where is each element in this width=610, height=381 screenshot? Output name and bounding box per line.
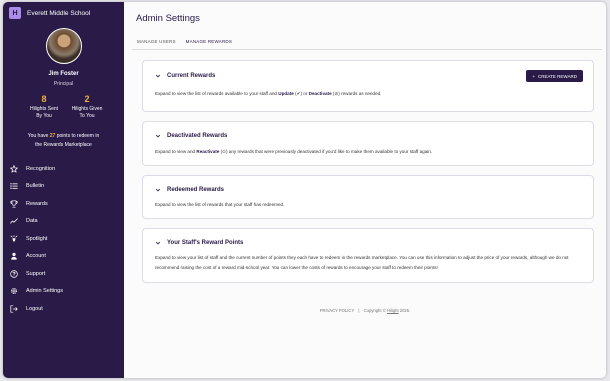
sidebar-item-rewards[interactable]: Rewards bbox=[3, 195, 124, 213]
school-name: Everett Middle School bbox=[27, 9, 91, 17]
plus-icon: + bbox=[532, 73, 535, 79]
staff-points-description: Expand to view your list of staff and th… bbox=[155, 255, 569, 270]
main-content: Admin Settings MANAGE USERS MANAGE REWAR… bbox=[124, 2, 606, 378]
points-prefix: You have bbox=[27, 133, 50, 139]
sidebar-item-label: Recognition bbox=[26, 165, 56, 172]
spotlight-icon bbox=[10, 235, 18, 242]
tab-divider bbox=[132, 49, 602, 50]
sidebar-item-label: Account bbox=[26, 253, 46, 260]
sidebar-item-recognition[interactable]: Recognition bbox=[3, 160, 124, 178]
deactivated-rewards-title: Deactivated Rewards bbox=[167, 133, 228, 139]
redeemed-rewards-toggle[interactable]: Redeemed Rewards bbox=[155, 187, 224, 193]
brand[interactable]: H Everett Middle School bbox=[9, 7, 90, 19]
sidebar-item-data[interactable]: Data bbox=[3, 213, 124, 231]
deactivate-term: Deactivate bbox=[308, 91, 332, 96]
sidebar-item-logout[interactable]: Logout bbox=[3, 300, 124, 318]
chevron-down-icon bbox=[155, 74, 161, 78]
person-icon bbox=[11, 253, 17, 260]
staff-points-toggle[interactable]: Your Staff's Reward Points bbox=[155, 240, 243, 246]
user-name: Jim Foster bbox=[48, 71, 79, 77]
app-window: H Everett Middle School Jim Foster Princ… bbox=[3, 2, 606, 378]
trophy-icon bbox=[10, 200, 18, 208]
update-term: Update bbox=[278, 91, 294, 96]
current-rewards-desc-b: (✔) or bbox=[293, 91, 309, 96]
stat-given: 2 Hilights Given To You bbox=[62, 94, 112, 120]
deactivated-rewards-card: Deactivated Rewards Expand to view and R… bbox=[142, 121, 594, 166]
stat-given-label: Hilights Given To You bbox=[62, 106, 112, 120]
sidebar-item-label: Spotlight bbox=[26, 235, 48, 242]
create-reward-label: CREATE REWARD bbox=[537, 73, 577, 79]
footer: PRIVACY POLICY | Copyright © Hilight 202… bbox=[124, 308, 606, 313]
star-icon bbox=[10, 164, 18, 173]
sidebar-item-support[interactable]: Support bbox=[3, 265, 124, 283]
sidebar-item-bulletin[interactable]: Bulletin bbox=[3, 178, 124, 196]
sidebar-item-account[interactable]: Account bbox=[3, 248, 124, 266]
sidebar-item-admin-settings[interactable]: Admin Settings bbox=[3, 283, 124, 301]
sidebar-item-label: Data bbox=[26, 218, 38, 225]
points-summary: You have 27 points to redeem in the Rewa… bbox=[13, 132, 114, 150]
current-rewards-toggle[interactable]: Current Rewards bbox=[155, 73, 215, 79]
create-reward-button[interactable]: + CREATE REWARD bbox=[526, 70, 583, 82]
sidebar-item-label: Support bbox=[26, 270, 46, 277]
copyright-text: Copyright © bbox=[363, 308, 387, 313]
current-rewards-desc-a: Expand to view the list of rewards avail… bbox=[155, 91, 279, 96]
deactivated-desc-a: Expand to view and bbox=[155, 149, 197, 154]
reactivate-term: Reactivate bbox=[196, 149, 220, 154]
sidebar-item-label: Bulletin bbox=[26, 183, 45, 190]
avatar bbox=[46, 28, 82, 64]
stat-given-value: 2 bbox=[84, 94, 90, 104]
deactivated-rewards-description: Expand to view and Reactivate (⊙) any re… bbox=[155, 148, 583, 156]
logo-icon: H bbox=[9, 7, 21, 19]
current-rewards-title: Current Rewards bbox=[167, 73, 216, 79]
privacy-policy-link[interactable]: PRIVACY POLICY bbox=[320, 308, 354, 313]
help-icon bbox=[10, 270, 18, 278]
sidebar-item-spotlight[interactable]: Spotlight bbox=[3, 230, 124, 248]
staff-points-title: Your Staff's Reward Points bbox=[167, 240, 244, 246]
redeemed-rewards-description: Expand to view the list of rewards that … bbox=[155, 202, 285, 207]
stat-given-label-line1: Hilights Given bbox=[71, 106, 103, 112]
footer-separator: | bbox=[358, 308, 360, 313]
user-role: Principal bbox=[53, 81, 74, 87]
logo-glyph: H bbox=[12, 9, 18, 17]
chevron-down-icon bbox=[155, 241, 161, 245]
sidebar-item-label: Rewards bbox=[26, 200, 48, 207]
gear-icon bbox=[11, 288, 17, 295]
tab-bar: MANAGE USERS MANAGE REWARDS bbox=[132, 36, 238, 50]
copyright-year: 2025. bbox=[398, 308, 411, 313]
current-rewards-description: Expand to view the list of rewards avail… bbox=[155, 90, 583, 98]
sidebar: H Everett Middle School Jim Foster Princ… bbox=[3, 2, 124, 378]
chevron-down-icon bbox=[155, 134, 161, 138]
points-line2: the Rewards Marketplace bbox=[35, 142, 92, 148]
stat-given-label-line2: To You bbox=[79, 113, 95, 119]
current-rewards-card: Current Rewards + CREATE REWARD Expand t… bbox=[142, 60, 594, 112]
redeemed-rewards-title: Redeemed Rewards bbox=[167, 187, 225, 193]
hilight-link[interactable]: Hilight bbox=[387, 308, 399, 313]
tab-manage-users[interactable]: MANAGE USERS bbox=[132, 36, 181, 50]
page-title: Admin Settings bbox=[136, 13, 200, 24]
deactivated-desc-b: (⊙) any rewards that were previously dea… bbox=[219, 149, 433, 154]
deactivated-rewards-toggle[interactable]: Deactivated Rewards bbox=[155, 133, 227, 139]
chevron-down-icon bbox=[155, 188, 161, 192]
sidebar-nav: Recognition Bulletin Rewards Data Spotli… bbox=[3, 160, 124, 318]
logout-icon bbox=[10, 305, 18, 313]
current-rewards-desc-c: (⊘) rewards as needed. bbox=[331, 91, 382, 96]
points-suffix: points to redeem in bbox=[55, 133, 100, 139]
chart-line-icon bbox=[10, 218, 18, 224]
sidebar-item-label: Admin Settings bbox=[26, 288, 63, 295]
redeemed-rewards-card: Redeemed Rewards Expand to view the list… bbox=[142, 175, 594, 219]
staff-points-card: Your Staff's Reward Points Expand to vie… bbox=[142, 228, 594, 283]
tab-manage-rewards[interactable]: MANAGE REWARDS bbox=[180, 36, 238, 50]
list-icon bbox=[10, 183, 18, 190]
sidebar-item-label: Logout bbox=[26, 305, 43, 312]
